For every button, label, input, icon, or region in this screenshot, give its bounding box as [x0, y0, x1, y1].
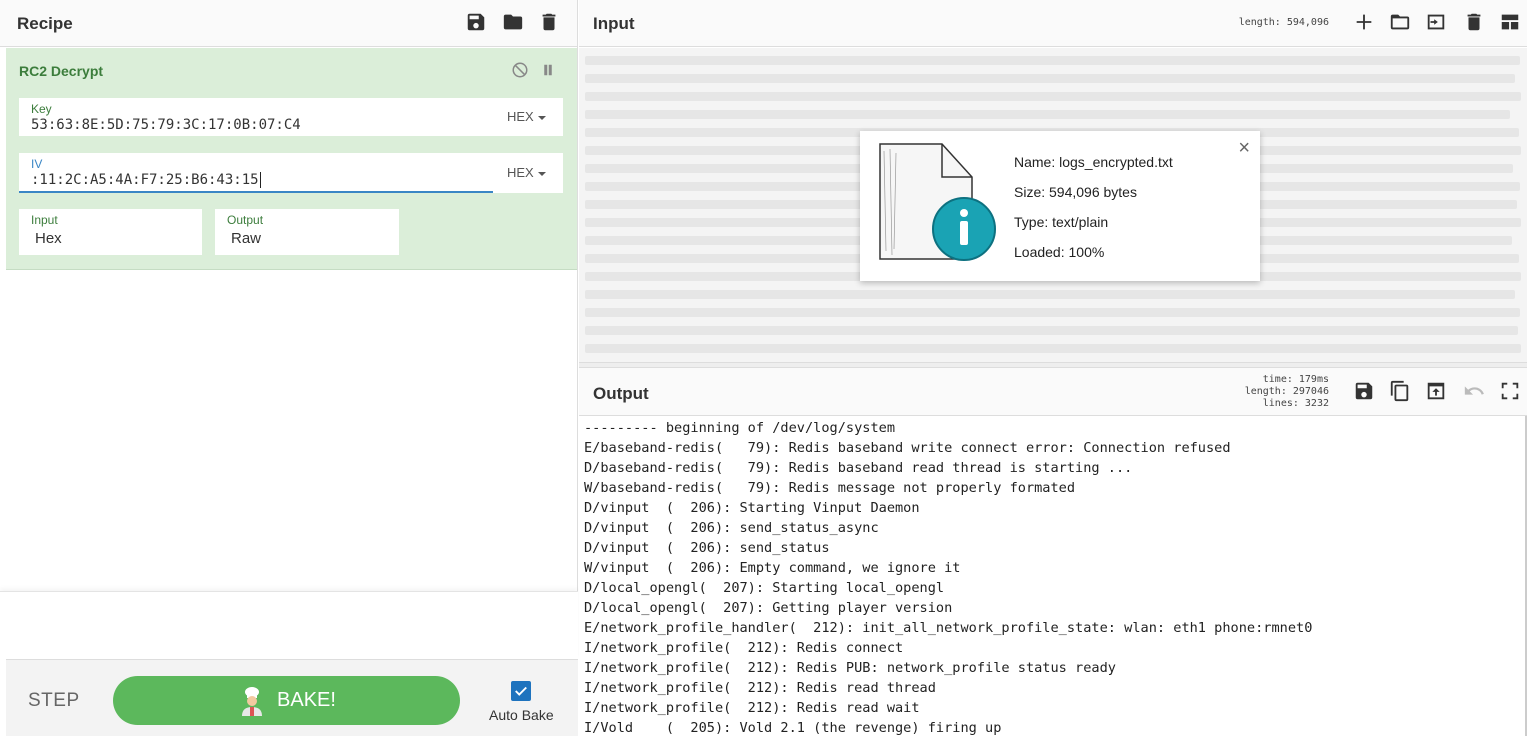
- iv-field[interactable]: IV :11:2C:A5:4A:F7:25:B6:43:15: [19, 153, 493, 193]
- file-loaded: Loaded: 100%: [1014, 244, 1105, 260]
- folder-icon[interactable]: [502, 11, 524, 33]
- log-line: D/vinput ( 206): send_status_async: [584, 520, 879, 536]
- undo-icon[interactable]: [1463, 380, 1485, 402]
- file-type: Type: text/plain: [1014, 214, 1109, 230]
- input-text-area[interactable]: × Name: logs_encrypted.txt Size: 594,096…: [579, 48, 1527, 362]
- iv-label: IV: [31, 157, 43, 171]
- output-lines: lines: 3232: [1262, 398, 1329, 409]
- log-line: E/network_profile_handler( 212): init_al…: [584, 620, 1313, 636]
- checkmark-icon: [515, 686, 527, 696]
- log-line: D/vinput ( 206): send_status: [584, 540, 830, 556]
- input-format-value[interactable]: Hex: [35, 230, 62, 247]
- key-field[interactable]: Key 53:63:8E:5D:75:79:3C:17:0B:07:C4 HEX: [19, 98, 563, 136]
- save-output-icon[interactable]: [1353, 380, 1375, 402]
- log-line: E/baseband-redis( 79): Redis baseband wr…: [584, 440, 1231, 456]
- file-info-card: × Name: logs_encrypted.txt Size: 594,096…: [860, 131, 1260, 281]
- output-length: length: 297046: [1244, 386, 1329, 397]
- copy-icon[interactable]: [1389, 380, 1411, 402]
- log-line: --------- beginning of /dev/log/system: [584, 420, 895, 436]
- recipe-split-area: [0, 591, 578, 659]
- input-pane: Input length: 594,096 × Name: logs_encry…: [579, 0, 1527, 368]
- input-title: Input: [593, 14, 635, 33]
- log-line: W/vinput ( 206): Empty command, we ignor…: [584, 560, 961, 576]
- operation-title: RC2 Decrypt: [19, 63, 104, 79]
- log-line: I/network_profile( 212): Redis read wait: [584, 700, 920, 716]
- log-line: I/network_profile( 212): Redis read thre…: [584, 680, 936, 696]
- log-line: D/vinput ( 206): Starting Vinput Daemon: [584, 500, 920, 516]
- open-folder-icon[interactable]: [1389, 11, 1411, 33]
- output-format-field[interactable]: Output Raw: [215, 209, 399, 255]
- key-input[interactable]: 53:63:8E:5D:75:79:3C:17:0B:07:C4: [31, 117, 301, 133]
- log-line: I/Vold ( 205): Vold 2.1 (the revenge) fi…: [584, 720, 1002, 736]
- bake-controls: STEP BAKE! Auto Bake: [6, 659, 578, 736]
- clear-input-icon[interactable]: [1463, 11, 1485, 33]
- output-format-value[interactable]: Raw: [231, 230, 261, 247]
- chevron-down-icon: [537, 115, 546, 120]
- cyberchef-app: Recipe RC2 Decrypt Key 53:63:8E:5D:75:79…: [0, 0, 1527, 736]
- log-line: I/network_profile( 212): Redis connect: [584, 640, 904, 656]
- layout-icon[interactable]: [1499, 11, 1521, 33]
- bake-label: BAKE!: [277, 689, 336, 711]
- output-title: Output: [593, 384, 649, 403]
- chef-icon: [242, 686, 263, 716]
- output-format-label: Output: [227, 213, 264, 227]
- output-time: time: 179ms: [1262, 374, 1329, 385]
- save-icon[interactable]: [465, 11, 487, 33]
- replace-input-icon[interactable]: [1425, 380, 1447, 402]
- file-name: Name: logs_encrypted.txt: [1014, 154, 1173, 170]
- close-icon[interactable]: ×: [1238, 137, 1250, 160]
- iv-format-field[interactable]: HEX: [493, 153, 563, 193]
- maximize-icon[interactable]: [1499, 380, 1521, 402]
- input-format-label: Input: [31, 213, 58, 227]
- trash-icon[interactable]: [538, 11, 560, 33]
- key-format-select[interactable]: HEX: [507, 109, 546, 124]
- output-header: Output time: 179ms length: 297046 lines:…: [579, 368, 1527, 416]
- recipe-header: Recipe: [0, 0, 577, 47]
- key-label: Key: [31, 102, 52, 116]
- add-icon[interactable]: [1353, 11, 1375, 33]
- input-length: length: 594,096: [1238, 17, 1329, 28]
- rc2-decrypt-operation: RC2 Decrypt Key 53:63:8E:5D:75:79:3C:17:…: [6, 48, 577, 270]
- open-file-icon[interactable]: [1425, 11, 1447, 33]
- log-line: D/local_opengl( 207): Starting local_ope…: [584, 580, 945, 596]
- chevron-down-icon: [537, 171, 546, 176]
- auto-bake-label: Auto Bake: [489, 707, 554, 723]
- log-line: D/local_opengl( 207): Getting player ver…: [584, 600, 953, 616]
- log-line: I/network_profile( 212): Redis PUB: netw…: [584, 660, 1116, 676]
- output-pane: Output time: 179ms length: 297046 lines:…: [579, 368, 1527, 736]
- output-text-area[interactable]: --------- beginning of /dev/log/system E…: [579, 416, 1527, 736]
- recipe-title: Recipe: [17, 14, 73, 33]
- auto-bake-checkbox[interactable]: [511, 681, 531, 701]
- iv-format-select[interactable]: HEX: [507, 165, 546, 180]
- pause-icon[interactable]: [539, 61, 557, 79]
- input-format-field[interactable]: Input Hex: [19, 209, 202, 255]
- iv-input[interactable]: :11:2C:A5:4A:F7:25:B6:43:15: [31, 172, 261, 188]
- log-line: W/baseband-redis( 79): Redis message not…: [584, 480, 1076, 496]
- input-header: Input length: 594,096: [579, 0, 1527, 47]
- step-button[interactable]: STEP: [28, 690, 80, 712]
- recipe-pane: Recipe RC2 Decrypt Key 53:63:8E:5D:75:79…: [0, 0, 578, 736]
- file-size: Size: 594,096 bytes: [1014, 184, 1137, 200]
- file-info-icon: [879, 143, 996, 261]
- disable-icon[interactable]: [511, 61, 529, 79]
- log-line: D/baseband-redis( 79): Redis baseband re…: [584, 460, 1133, 476]
- bake-button[interactable]: BAKE!: [113, 676, 460, 725]
